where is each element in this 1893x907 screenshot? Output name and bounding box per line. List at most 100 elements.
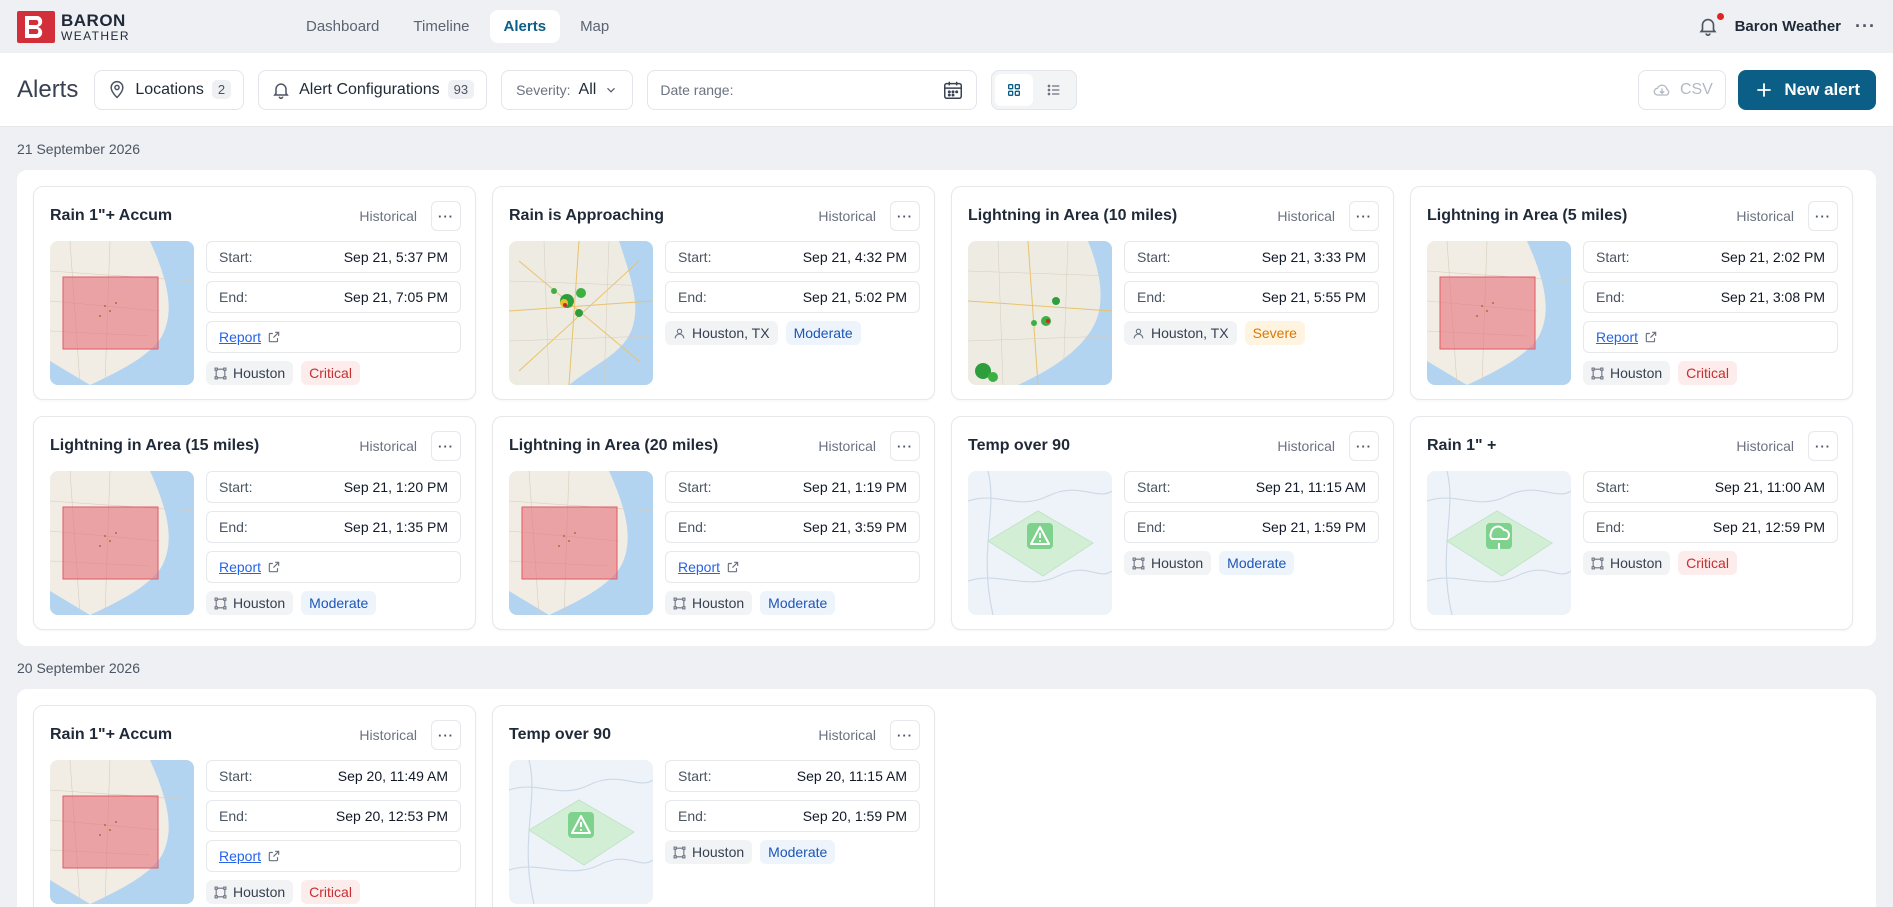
- alert-card[interactable]: Rain 1"+ Accum Historical ··· Start: Sep…: [33, 705, 476, 907]
- tab-alerts[interactable]: Alerts: [489, 10, 561, 43]
- page-title: Alerts: [17, 75, 79, 103]
- list-view-icon[interactable]: [1035, 74, 1073, 106]
- notifications-bell-icon[interactable]: [1697, 12, 1724, 39]
- report-link[interactable]: Report: [1596, 329, 1638, 345]
- card-more-icon[interactable]: ···: [890, 720, 920, 750]
- alert-card[interactable]: Temp over 90 Historical ··· Start: Sep 2…: [951, 416, 1394, 630]
- start-label: Start:: [219, 479, 253, 495]
- end-value: Sep 21, 7:05 PM: [343, 289, 448, 305]
- alert-map-thumbnail[interactable]: [50, 471, 194, 615]
- card-more-icon[interactable]: ···: [431, 431, 461, 461]
- new-alert-button[interactable]: New alert: [1738, 69, 1876, 110]
- end-value: Sep 21, 3:59 PM: [802, 519, 907, 535]
- alert-map-thumbnail[interactable]: [1427, 471, 1571, 615]
- alert-title: Temp over 90: [509, 726, 611, 743]
- card-more-icon[interactable]: ···: [890, 201, 920, 231]
- alert-card[interactable]: Rain 1"+ Accum Historical ··· Start: Sep…: [33, 186, 476, 400]
- csv-export-button[interactable]: CSV: [1638, 69, 1727, 110]
- alert-card[interactable]: Lightning in Area (5 miles) Historical ·…: [1410, 186, 1853, 400]
- severity-select[interactable]: Severity: All: [501, 69, 634, 110]
- end-label: End:: [219, 289, 248, 305]
- user-menu-more-icon[interactable]: ···: [1855, 16, 1876, 37]
- location-tag: Houston: [206, 361, 294, 385]
- area-icon: [1591, 367, 1604, 380]
- tab-timeline[interactable]: Timeline: [399, 10, 483, 43]
- card-more-icon[interactable]: ···: [1808, 201, 1838, 231]
- report-link[interactable]: Report: [219, 848, 261, 864]
- alert-card[interactable]: Rain is Approaching Historical ··· Start…: [492, 186, 935, 400]
- report-link[interactable]: Report: [219, 559, 261, 575]
- start-label: Start:: [219, 249, 253, 265]
- alert-card[interactable]: Lightning in Area (10 miles) Historical …: [951, 186, 1394, 400]
- calendar-icon[interactable]: [942, 79, 964, 101]
- report-row: Report: [206, 840, 461, 872]
- tab-dashboard[interactable]: Dashboard: [292, 10, 393, 43]
- user-name[interactable]: Baron Weather: [1735, 18, 1841, 35]
- alert-map-thumbnail[interactable]: [50, 760, 194, 904]
- card-more-icon[interactable]: ···: [431, 720, 461, 750]
- alert-map-thumbnail[interactable]: [509, 241, 653, 385]
- end-value: Sep 21, 1:35 PM: [343, 519, 448, 535]
- external-link-icon[interactable]: [267, 560, 281, 574]
- external-link-icon[interactable]: [267, 849, 281, 863]
- report-row: Report: [665, 551, 920, 583]
- alert-map-thumbnail[interactable]: [509, 760, 653, 904]
- report-row: Report: [1583, 321, 1838, 353]
- alert-map-thumbnail[interactable]: [1427, 241, 1571, 385]
- end-label: End:: [219, 519, 248, 535]
- alert-title: Lightning in Area (15 miles): [50, 437, 260, 454]
- alert-group: Rain 1"+ Accum Historical ··· Start: Sep…: [17, 689, 1876, 907]
- card-more-icon[interactable]: ···: [431, 201, 461, 231]
- tab-map[interactable]: Map: [566, 10, 623, 43]
- bell-icon: [273, 82, 289, 99]
- end-label: End:: [1137, 519, 1166, 535]
- report-link[interactable]: Report: [219, 329, 261, 345]
- external-link-icon[interactable]: [726, 560, 740, 574]
- alert-map-thumbnail[interactable]: [968, 241, 1112, 385]
- severity-badge: Critical: [301, 880, 360, 904]
- brand-logo[interactable]: BARON WEATHER: [17, 10, 272, 43]
- date-range-label: Date range:: [660, 81, 734, 98]
- alert-map-thumbnail[interactable]: [50, 241, 194, 385]
- severity-badge: Critical: [301, 361, 360, 385]
- person-icon: [1132, 327, 1145, 340]
- start-field: Start: Sep 21, 11:00 AM: [1583, 471, 1838, 503]
- location-pin-icon: [110, 80, 124, 99]
- alert-card[interactable]: Rain 1" + Historical ··· Start: Sep 21, …: [1410, 416, 1853, 630]
- external-link-icon[interactable]: [1644, 330, 1658, 344]
- end-field: End: Sep 21, 5:02 PM: [665, 281, 920, 313]
- card-more-icon[interactable]: ···: [1808, 431, 1838, 461]
- start-field: Start: Sep 20, 11:15 AM: [665, 760, 920, 792]
- card-more-icon[interactable]: ···: [1349, 201, 1379, 231]
- locations-count: 2: [211, 80, 232, 99]
- alert-title: Rain 1"+ Accum: [50, 726, 173, 743]
- location-tag: Houston: [665, 591, 753, 615]
- report-link[interactable]: Report: [678, 559, 720, 575]
- date-heading: 20 September 2026: [17, 659, 140, 676]
- alerts-toolbar: Alerts Locations 2 Alert Configurations …: [0, 53, 1893, 127]
- start-label: Start:: [678, 249, 712, 265]
- alert-configurations-button[interactable]: Alert Configurations 93: [258, 69, 488, 110]
- alert-card[interactable]: Lightning in Area (15 miles) Historical …: [33, 416, 476, 630]
- alert-title: Rain 1"+ Accum: [50, 207, 173, 224]
- alert-group: Rain 1"+ Accum Historical ··· Start: Sep…: [17, 170, 1876, 646]
- alert-map-thumbnail[interactable]: [968, 471, 1112, 615]
- alert-card[interactable]: Temp over 90 Historical ··· Start: Sep 2…: [492, 705, 935, 907]
- date-range-input[interactable]: Date range:: [647, 69, 978, 110]
- csv-label: CSV: [1679, 80, 1713, 98]
- alert-card[interactable]: Lightning in Area (20 miles) Historical …: [492, 416, 935, 630]
- area-icon: [1591, 557, 1604, 570]
- alert-map-thumbnail[interactable]: [509, 471, 653, 615]
- date-heading: 21 September 2026: [17, 140, 140, 157]
- start-field: Start: Sep 21, 2:02 PM: [1583, 241, 1838, 273]
- card-more-icon[interactable]: ···: [890, 431, 920, 461]
- start-value: Sep 20, 11:15 AM: [796, 768, 907, 784]
- locations-button[interactable]: Locations 2: [94, 69, 245, 110]
- start-value: Sep 21, 11:15 AM: [1255, 479, 1366, 495]
- card-more-icon[interactable]: ···: [1349, 431, 1379, 461]
- alert-status: Historical: [359, 727, 417, 743]
- area-icon: [673, 597, 686, 610]
- grid-view-icon[interactable]: [995, 73, 1034, 106]
- alert-title: Rain is Approaching: [509, 207, 664, 224]
- external-link-icon[interactable]: [267, 330, 281, 344]
